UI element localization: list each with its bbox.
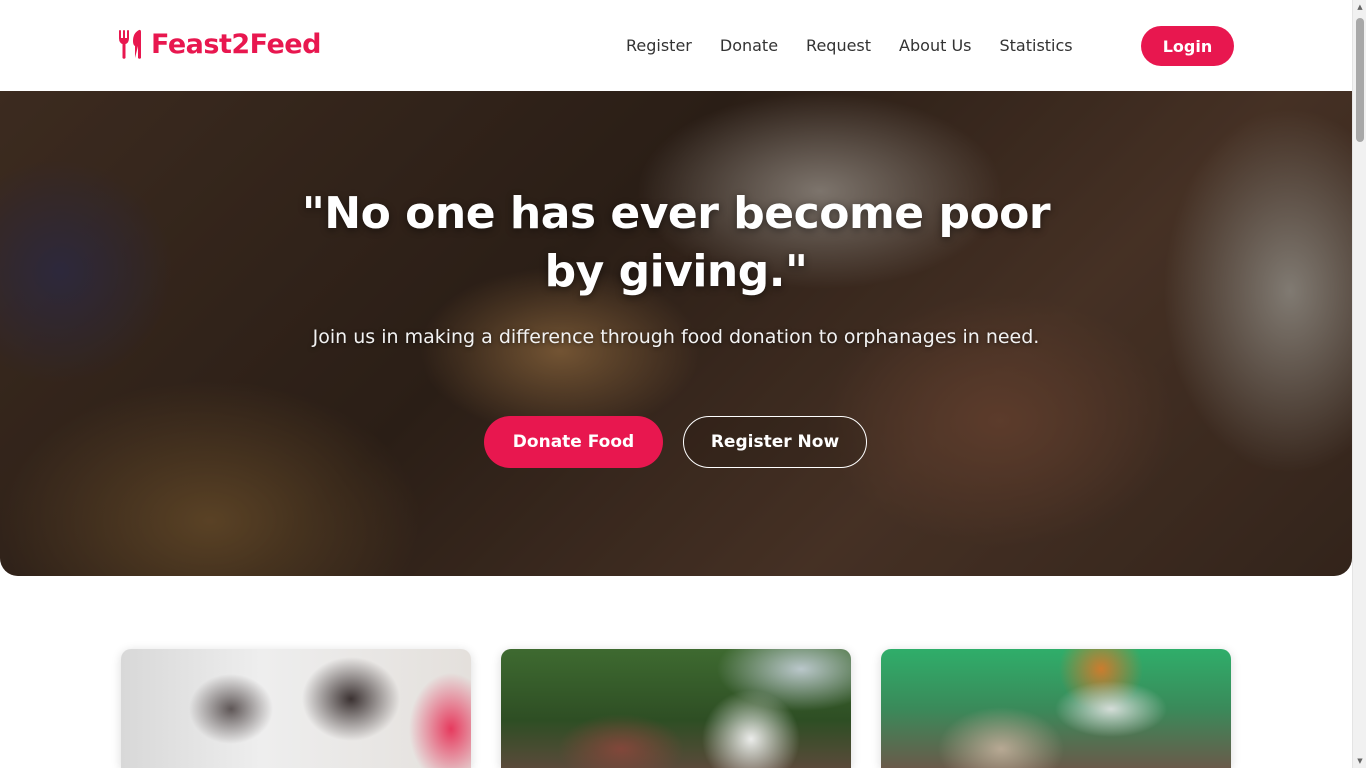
- hero-content: "No one has ever become poor by giving."…: [0, 91, 1352, 576]
- page-scrollbar[interactable]: ▲ ▼: [1352, 0, 1366, 768]
- nav-statistics[interactable]: Statistics: [999, 36, 1072, 55]
- scroll-up-icon[interactable]: ▲: [1356, 3, 1364, 11]
- login-button[interactable]: Login: [1141, 26, 1234, 66]
- hero-title: "No one has ever become poor by giving.": [301, 188, 1051, 297]
- nav-request[interactable]: Request: [806, 36, 871, 55]
- hero-subtitle: Join us in making a difference through f…: [312, 326, 1040, 348]
- nav-about-us[interactable]: About Us: [899, 36, 971, 55]
- scroll-down-icon[interactable]: ▼: [1356, 757, 1364, 765]
- nav-donate[interactable]: Donate: [720, 36, 778, 55]
- nav-register[interactable]: Register: [626, 36, 692, 55]
- fork-knife-icon: [119, 29, 141, 59]
- site-header: Feast2Feed Register Donate Request About…: [0, 0, 1352, 91]
- logo[interactable]: Feast2Feed: [117, 28, 321, 60]
- logo-text: Feast2Feed: [151, 28, 321, 60]
- photo-card-volunteers: [121, 649, 471, 768]
- register-now-button[interactable]: Register Now: [683, 416, 867, 468]
- scrollbar-thumb[interactable]: [1356, 18, 1364, 142]
- donate-food-button[interactable]: Donate Food: [484, 416, 663, 468]
- hero-section: "No one has ever become poor by giving."…: [0, 91, 1352, 576]
- main-nav: Register Donate Request About Us Statist…: [612, 0, 1087, 91]
- photo-card-outdoor-serving: [501, 649, 851, 768]
- photo-card-dining-hall: [881, 649, 1231, 768]
